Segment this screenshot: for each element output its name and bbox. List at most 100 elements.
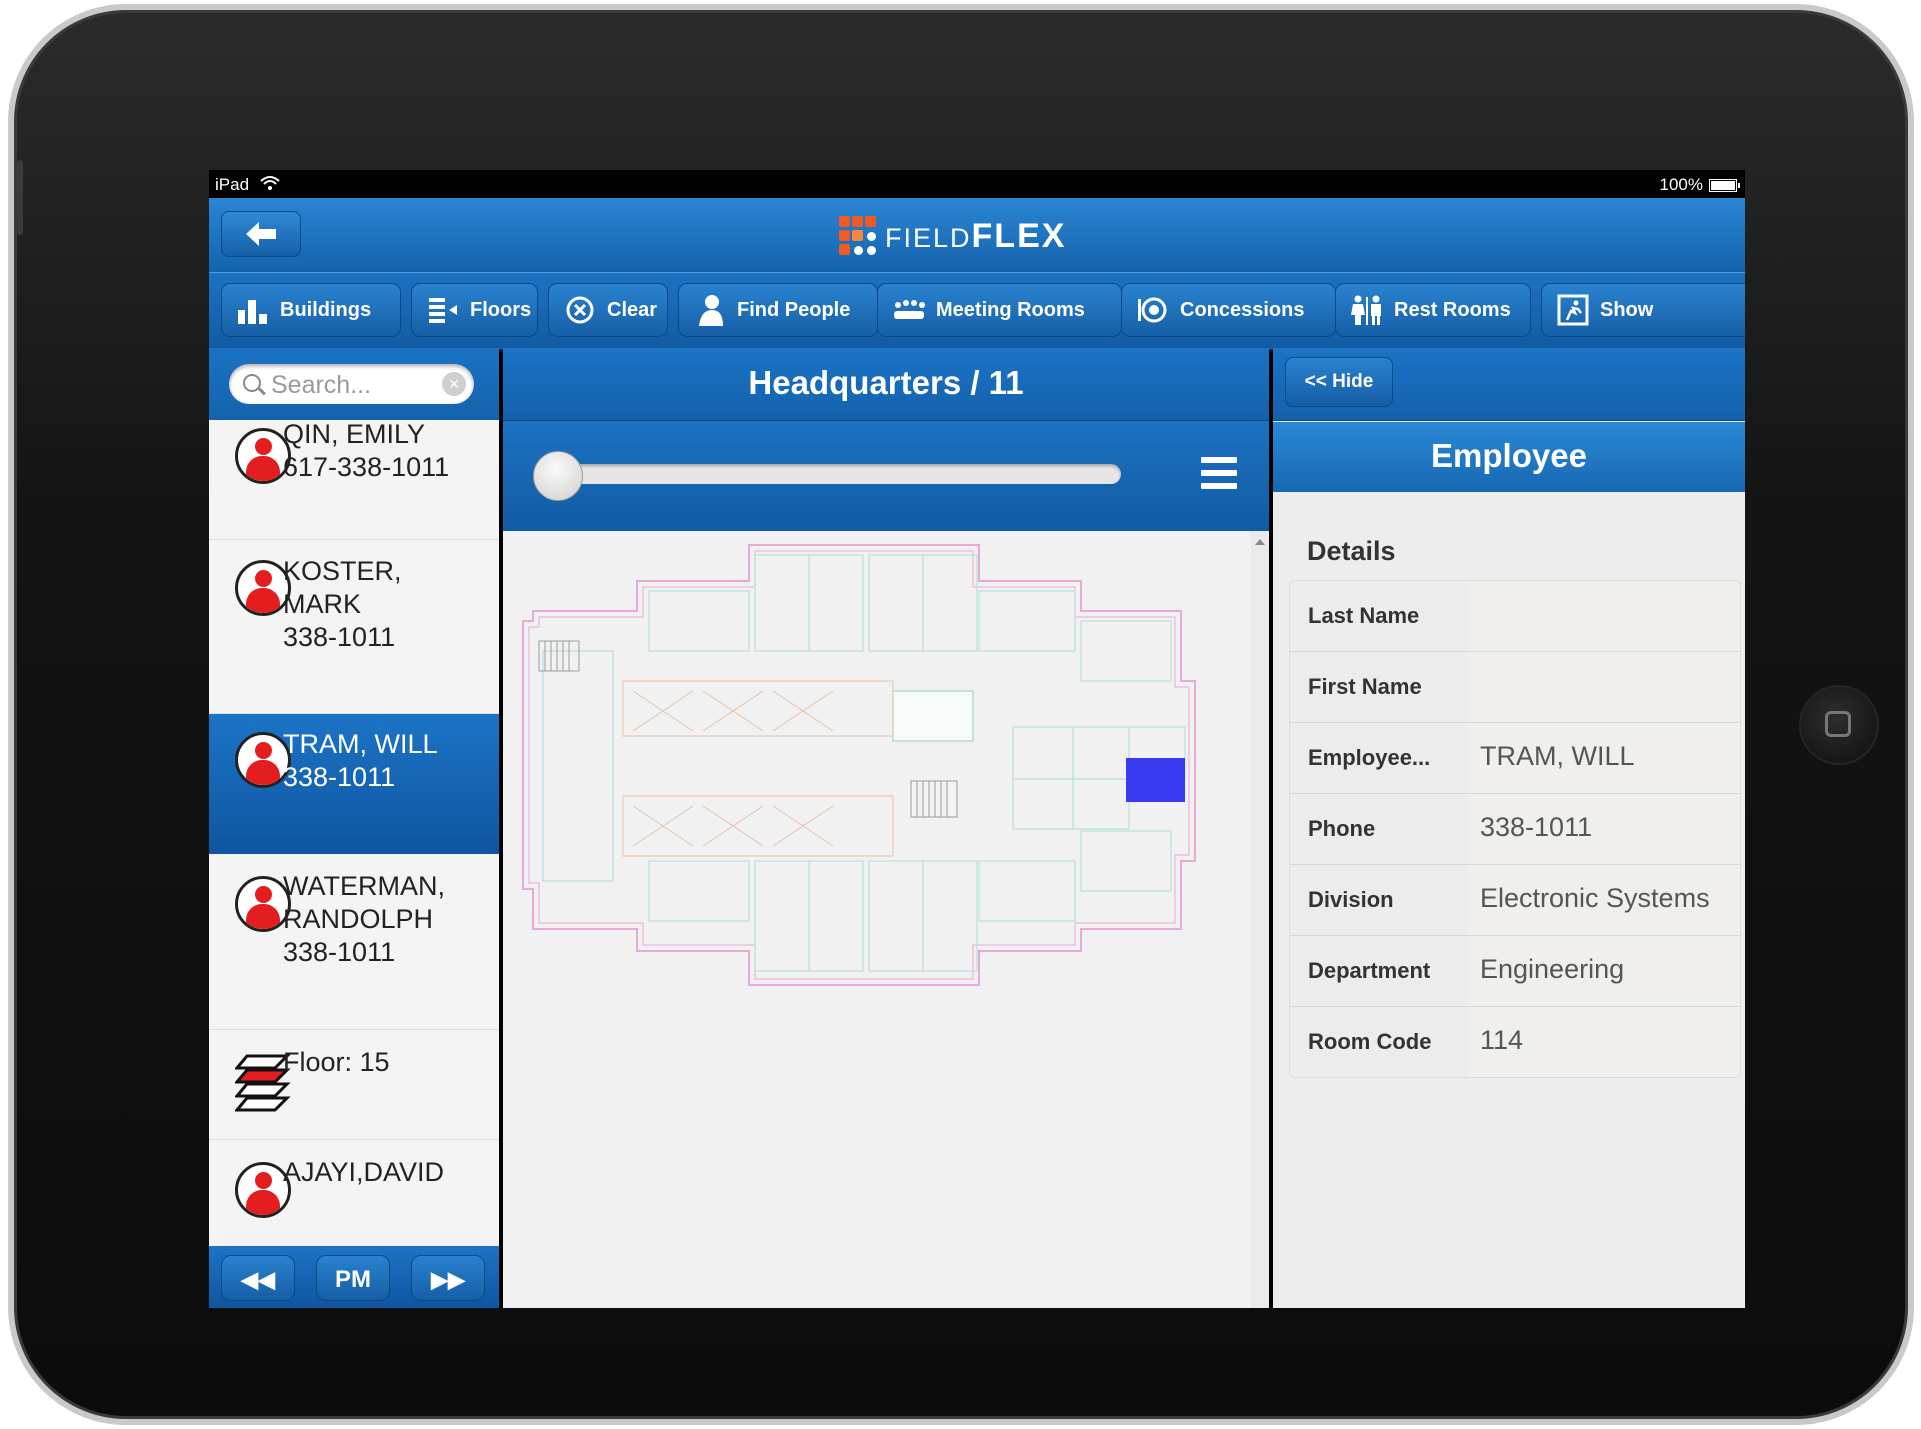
detail-value: TRAM, WILL (1468, 723, 1740, 793)
details-heading: Details (1307, 536, 1396, 566)
back-arrow-icon (246, 222, 276, 246)
concessions-button[interactable]: Concessions (1121, 283, 1336, 337)
details-row: Room Code 114 (1290, 1007, 1740, 1077)
clear-button[interactable]: Clear (548, 283, 668, 337)
details-row: Division Electronic Systems (1290, 865, 1740, 936)
floors-icon (426, 295, 460, 325)
detail-key: Department (1290, 936, 1468, 1006)
detail-key: Room Code (1290, 1007, 1468, 1077)
toolbar: Buildings Floors Clear Find People Meeti… (209, 272, 1745, 350)
item-phone: 338-1011 (283, 622, 396, 652)
menu-icon[interactable] (1201, 457, 1237, 491)
floors-button[interactable]: Floors (411, 283, 538, 337)
map-title: Headquarters / 11 (503, 348, 1269, 421)
pm-button[interactable]: PM (316, 1255, 390, 1301)
meeting-rooms-icon (892, 295, 926, 325)
search-input[interactable] (269, 370, 423, 400)
details-table: Last Name First Name Employee... TRAM, WI… (1289, 580, 1741, 1078)
panel-title: Employee (1273, 422, 1745, 492)
show-button[interactable]: Show (1541, 283, 1745, 337)
list-item[interactable]: AJAYI,DAVID (209, 1140, 499, 1250)
panel-header: << Hide (1273, 348, 1745, 421)
pm-label: PM (335, 1266, 371, 1293)
floor-slider-track[interactable] (543, 464, 1121, 484)
item-name: QIN, EMILY (283, 419, 426, 449)
battery-status: 100% (1659, 175, 1740, 195)
buildings-button[interactable]: Buildings (221, 283, 401, 337)
app-header: FIELDFLEX (209, 198, 1745, 273)
search-bar: × (209, 348, 499, 420)
detail-value: Engineering (1468, 936, 1740, 1006)
next-page-button[interactable]: ▶▶ (411, 1255, 485, 1301)
logo-mark-icon (839, 216, 881, 256)
home-button[interactable] (1801, 687, 1877, 763)
item-name-cont: MARK (283, 589, 362, 619)
detail-key: First Name (1290, 652, 1468, 722)
buildings-icon (236, 295, 270, 325)
ipad-frame: iPad 100% FIELDFLEX Buildings Floors Cle… (8, 4, 1914, 1425)
clear-search-icon[interactable]: × (442, 372, 466, 396)
pager: ◀◀ PM ▶▶ (209, 1246, 499, 1308)
restroom-icon (1350, 295, 1384, 325)
map-panel: Headquarters / 11 (503, 348, 1269, 1308)
list-item-selected[interactable]: TRAM, WILL 338-1011 (209, 714, 499, 854)
item-phone: 338-1011 (283, 762, 396, 792)
detail-value: Electronic Systems (1468, 865, 1740, 935)
back-button[interactable] (221, 211, 301, 257)
meeting-rooms-button[interactable]: Meeting Rooms (877, 283, 1122, 337)
person-icon (693, 295, 727, 326)
detail-value (1468, 581, 1740, 651)
concessions-icon (1136, 295, 1170, 325)
clear-icon (563, 295, 597, 325)
details-row: Last Name (1290, 581, 1740, 652)
map-scrollbar[interactable] (1251, 531, 1269, 1308)
wifi-icon (259, 175, 281, 196)
item-floor: Floor: 15 (283, 1047, 390, 1077)
scroll-up-icon[interactable] (1255, 539, 1265, 545)
battery-icon (1709, 178, 1740, 192)
rest-rooms-button[interactable]: Rest Rooms (1335, 283, 1531, 337)
employee-panel: << Hide Employee Details Last Name First… (1273, 348, 1745, 1308)
floor-plan[interactable] (503, 531, 1251, 1308)
screen: iPad 100% FIELDFLEX Buildings Floors Cle… (209, 170, 1745, 1308)
item-name: KOSTER, (283, 556, 402, 586)
details-row: Department Engineering (1290, 936, 1740, 1007)
list-item[interactable]: WATERMAN, RANDOLPH 338-1011 (209, 854, 499, 1030)
search-icon (243, 374, 261, 392)
status-bar: iPad 100% (209, 170, 1745, 198)
details-row: Employee... TRAM, WILL (1290, 723, 1740, 794)
ipad-side-button (17, 160, 23, 235)
rest-rooms-label: Rest Rooms (1394, 298, 1511, 321)
item-name-cont: RANDOLPH (283, 904, 434, 934)
meeting-rooms-label: Meeting Rooms (936, 298, 1085, 321)
show-icon (1556, 294, 1590, 326)
list-item-floor[interactable]: Floor: 15 (209, 1030, 499, 1140)
clear-label: Clear (607, 298, 658, 321)
floor-plan-area[interactable] (503, 531, 1269, 1308)
list-item[interactable]: QIN, EMILY 617-338-1011 (209, 419, 499, 540)
details-row: First Name (1290, 652, 1740, 723)
fieldflex-logo: FIELDFLEX (839, 216, 1066, 256)
hide-button[interactable]: << Hide (1285, 357, 1393, 407)
floor-slider-thumb[interactable] (533, 451, 583, 501)
search-box: × (229, 364, 474, 404)
item-phone: 617-338-1011 (283, 452, 450, 482)
fast-forward-icon: ▶▶ (431, 1267, 465, 1292)
rewind-icon: ◀◀ (241, 1267, 275, 1292)
detail-value (1468, 652, 1740, 722)
battery-percent: 100% (1659, 175, 1703, 194)
find-people-button[interactable]: Find People (678, 283, 878, 337)
detail-value: 114 (1468, 1007, 1740, 1077)
home-square-icon (1825, 711, 1851, 737)
detail-key: Phone (1290, 794, 1468, 864)
logo-text: FIELDFLEX (885, 216, 1067, 255)
item-name: AJAYI,DAVID (283, 1157, 445, 1187)
detail-key: Employee... (1290, 723, 1468, 793)
prev-page-button[interactable]: ◀◀ (221, 1255, 295, 1301)
list-item[interactable]: KOSTER, MARK 338-1011 (209, 540, 499, 714)
detail-key: Last Name (1290, 581, 1468, 651)
detail-value: 338-1011 (1468, 794, 1740, 864)
details-row: Phone 338-1011 (1290, 794, 1740, 865)
show-label: Show (1600, 298, 1654, 321)
highlighted-room[interactable] (1126, 758, 1185, 802)
